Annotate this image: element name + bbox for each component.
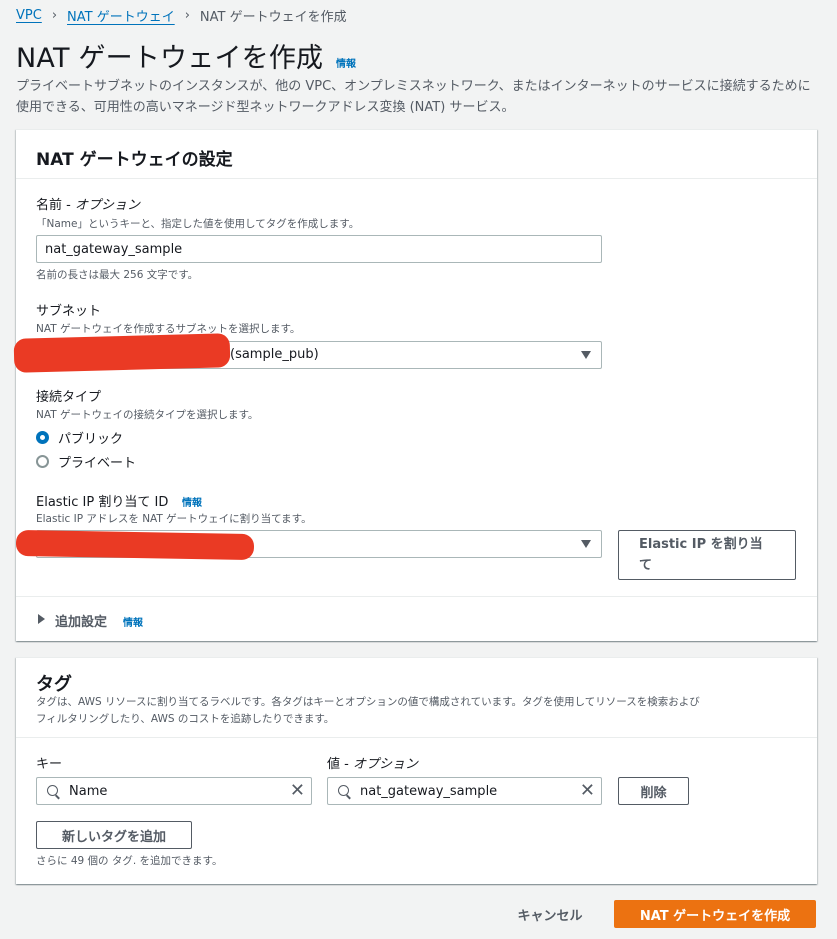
eip-info-link[interactable]: 情報	[182, 494, 202, 509]
chevron-right-icon: ›	[51, 7, 58, 23]
page-description: プライベートサブネットのインスタンスが、他の VPC、オンプレミスネットワーク、…	[16, 79, 811, 115]
tag-key-header: キー	[36, 757, 63, 772]
name-input[interactable]: nat_gateway_sample	[36, 235, 602, 263]
eip-redaction	[15, 529, 255, 561]
eip-description: Elastic IP アドレスを NAT ゲートウェイに割り当てます。	[36, 513, 312, 525]
subnet-label: サブネット	[36, 304, 102, 319]
breadcrumb: VPC › NAT ゲートウェイ › NAT ゲートウェイを作成	[16, 4, 347, 26]
tag-limit-text: さらに 49 個の タグ. を追加できます。	[36, 855, 223, 867]
create-nat-gateway-button[interactable]: NAT ゲートウェイを作成	[614, 900, 816, 928]
caret-down-icon	[581, 351, 591, 359]
subnet-redaction	[13, 333, 231, 373]
caret-down-icon	[581, 540, 591, 548]
tag-key-input[interactable]: Name ✕	[36, 777, 312, 805]
additional-info-link[interactable]: 情報	[123, 614, 143, 629]
add-tag-button[interactable]: 新しいタグを追加	[36, 821, 192, 849]
allocate-eip-label-1: Elastic IP を割り当	[639, 537, 763, 552]
radio-private[interactable]	[36, 455, 49, 468]
tags-description-1: タグは、AWS リソースに割り当てるラベルです。各タグはキーとオプションの値で構…	[36, 696, 700, 708]
expand-triangle-icon[interactable]	[38, 614, 45, 624]
nat-settings-title: NAT ゲートウェイの設定	[36, 150, 233, 170]
allocate-eip-button[interactable]: Elastic IP を割り当 て	[618, 530, 796, 580]
nat-settings-panel: NAT ゲートウェイの設定 名前 - オプション 「Name」というキーと、指定…	[13, 129, 817, 641]
tags-title: タグ	[36, 674, 72, 695]
subnet-select-value: (sample_pub)	[230, 347, 319, 362]
cancel-button[interactable]: キャンセル	[500, 900, 600, 928]
tag-value-header: 値 - オプション	[327, 753, 418, 772]
breadcrumb-vpc[interactable]: VPC	[16, 8, 42, 23]
page-title: NAT ゲートウェイを作成	[16, 43, 324, 74]
breadcrumb-current: NAT ゲートウェイを作成	[199, 9, 347, 25]
additional-divider	[16, 596, 817, 597]
radio-public-label[interactable]: パブリック	[58, 428, 123, 447]
radio-private-label[interactable]: プライベート	[58, 452, 136, 471]
chevron-right-icon: ›	[184, 7, 190, 23]
tags-panel: タグ タグは、AWS リソースに割り当てるラベルです。各タグはキーとオプションの…	[16, 657, 817, 884]
clear-icon[interactable]: ✕	[580, 782, 595, 800]
connectivity-description: NAT ゲートウェイの接続タイプを選択します。	[36, 409, 259, 421]
search-icon	[338, 785, 349, 796]
tags-header: タグ タグは、AWS リソースに割り当てるラベルです。各タグはキーとオプションの…	[16, 658, 817, 738]
name-input-value: nat_gateway_sample	[45, 241, 183, 257]
name-label: 名前 - オプション	[36, 194, 140, 213]
tag-value-input[interactable]: nat_gateway_sample ✕	[327, 777, 602, 805]
additional-settings-toggle[interactable]: 追加設定	[55, 611, 107, 630]
connectivity-label: 接続タイプ	[36, 390, 102, 405]
breadcrumb-nat-gateways[interactable]: NAT ゲートウェイ	[67, 6, 175, 25]
remove-tag-button[interactable]: 削除	[618, 777, 689, 805]
tag-value-header-optional: オプション	[352, 757, 418, 772]
name-description: 「Name」というキーと、指定した値を使用してタグを作成します。	[36, 218, 360, 230]
name-label-optional: オプション	[74, 198, 140, 213]
tags-description-2: フィルタリングしたり、AWS のコストを追跡したりできます。	[36, 713, 335, 725]
tag-key-value: Name	[69, 783, 108, 799]
eip-label: Elastic IP 割り当て ID	[36, 495, 169, 510]
radio-public[interactable]	[36, 431, 49, 444]
subnet-description: NAT ゲートウェイを作成するサブネットを選択します。	[36, 323, 301, 335]
name-hint: 名前の長さは最大 256 文字です。	[36, 269, 199, 281]
header-info-link[interactable]: 情報	[336, 55, 356, 70]
tag-value-header-text: 値 -	[327, 757, 353, 772]
search-icon	[47, 785, 58, 796]
tag-value-value: nat_gateway_sample	[360, 783, 498, 799]
nat-settings-header: NAT ゲートウェイの設定	[16, 130, 817, 179]
allocate-eip-label-2: て	[639, 558, 653, 573]
name-label-text: 名前 -	[36, 198, 75, 213]
clear-icon[interactable]: ✕	[290, 782, 305, 800]
